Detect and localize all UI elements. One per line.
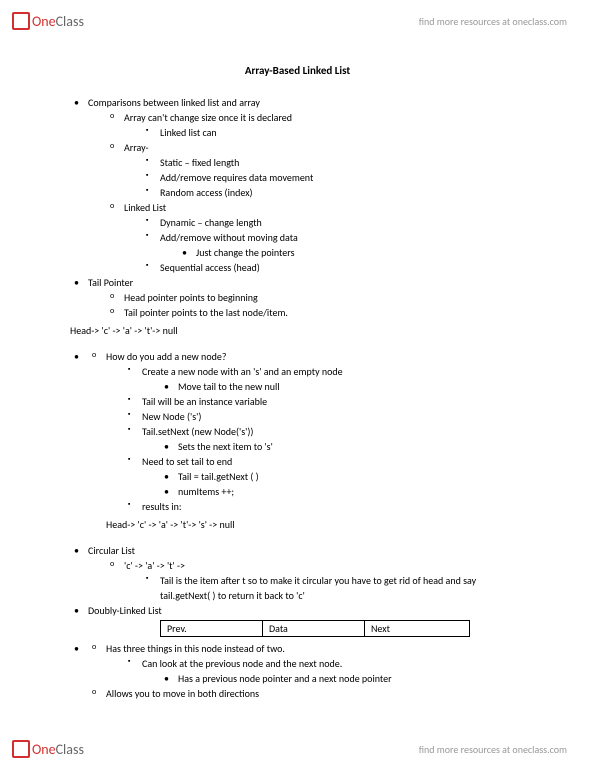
- list-item: results in:: [124, 499, 525, 514]
- diagram-text: Head-> 'c' -> 'a' -> 't'-> 's' -> null: [70, 518, 525, 531]
- logo-icon: [12, 740, 30, 758]
- table-cell: Prev.: [161, 621, 263, 637]
- text: Doubly-Linked List: [88, 604, 162, 617]
- text: Array-: [124, 141, 149, 154]
- list-item: Random access (index): [142, 185, 525, 200]
- list-item: Head pointer points to beginning: [106, 290, 525, 305]
- brand-logo: OneClass: [12, 740, 84, 758]
- text: Tail = tail.getNext ( ): [178, 470, 259, 483]
- text: Dynamic – change length: [160, 216, 262, 229]
- text: Linked List: [124, 201, 166, 214]
- text: How do you add a new node?: [106, 350, 226, 363]
- text: numItems ++;: [178, 485, 234, 498]
- text: Static – fixed length: [160, 156, 239, 169]
- text: results in:: [142, 500, 182, 513]
- text: Add/remove requires data movement: [160, 171, 313, 184]
- list-item: Doubly-Linked List: [70, 603, 525, 618]
- list-item: Tail pointer points to the last node/ite…: [106, 305, 525, 320]
- list-item: Linked list can: [142, 125, 525, 140]
- list-item: Create a new node with an 's' and an emp…: [124, 364, 525, 394]
- text: Random access (index): [160, 186, 253, 199]
- list-item: Tail = tail.getNext ( ): [160, 469, 525, 484]
- text: Comparisons between linked list and arra…: [88, 96, 260, 109]
- text: Has three things in this node instead of…: [106, 642, 285, 655]
- text: Allows you to move in both directions: [106, 687, 259, 700]
- list-item: Tail is the item after t so to make it c…: [142, 573, 525, 603]
- text: Move tail to the new null: [178, 380, 280, 393]
- list-item: Add/remove requires data movement: [142, 170, 525, 185]
- table-cell: Data: [262, 621, 364, 637]
- footer-tagline[interactable]: find more resources at oneclass.com: [419, 743, 567, 756]
- list-item: Can look at the previous node and the ne…: [124, 656, 525, 686]
- page-title: Array-Based Linked List: [70, 64, 525, 77]
- list-item: Move tail to the new null: [160, 379, 525, 394]
- list-item: Allows you to move in both directions: [88, 686, 525, 701]
- text: Tail Pointer: [88, 276, 133, 289]
- list-item: Dynamic – change length: [142, 215, 525, 230]
- document-body: Array-Based Linked List Comparisons betw…: [0, 36, 595, 711]
- text: Head pointer points to beginning: [124, 291, 258, 304]
- text: Has a previous node pointer and a next n…: [178, 672, 392, 685]
- list-item: How do you add a new node? Create a new …: [88, 349, 525, 514]
- text: Circular List: [88, 544, 135, 557]
- list-item: Add/remove without moving data Just chan…: [142, 230, 525, 260]
- list-item: New Node ('s'): [124, 409, 525, 424]
- text: Can look at the previous node and the ne…: [142, 657, 342, 670]
- text: Tail is the item after t so to make it c…: [160, 574, 476, 602]
- diagram-text: Head-> 'c' -> 'a' -> 't'-> null: [70, 324, 525, 337]
- list-item: numItems ++;: [160, 484, 525, 499]
- text: Sequential access (head): [160, 261, 260, 274]
- list-item: Array can't change size once it is decla…: [106, 110, 525, 140]
- text: Add/remove without moving data: [160, 231, 298, 244]
- text: Tail pointer points to the last node/ite…: [124, 306, 288, 319]
- list-item: Has a previous node pointer and a next n…: [160, 671, 525, 686]
- list-item: Circular List 'c' -> 'a' -> 't' -> Tail …: [70, 543, 525, 603]
- text: 'c' -> 'a' -> 't' ->: [124, 559, 185, 572]
- list-item: Comparisons between linked list and arra…: [70, 95, 525, 275]
- text: Linked list can: [160, 126, 217, 139]
- list-item: Static – fixed length: [142, 155, 525, 170]
- table-cell: Next: [364, 621, 469, 637]
- list-item: Need to set tail to end Tail = tail.getN…: [124, 454, 525, 499]
- text: Create a new node with an 's' and an emp…: [142, 365, 343, 378]
- list-item: Just change the pointers: [178, 245, 525, 260]
- text: Need to set tail to end: [142, 455, 232, 468]
- list-item: Tail will be an instance variable: [124, 394, 525, 409]
- list-item: 'c' -> 'a' -> 't' -> Tail is the item af…: [106, 558, 525, 603]
- text: Array can't change size once it is decla…: [124, 111, 292, 124]
- header-tagline[interactable]: find more resources at oneclass.com: [419, 15, 567, 28]
- list-item: Array- Static – fixed length Add/remove …: [106, 140, 525, 200]
- logo-text: OneClass: [32, 741, 84, 758]
- logo-icon: [12, 12, 30, 30]
- text: Tail will be an instance variable: [142, 395, 267, 408]
- list-item: Sequential access (head): [142, 260, 525, 275]
- list-item: Tail Pointer Head pointer points to begi…: [70, 275, 525, 320]
- list-item: Linked List Dynamic – change length Add/…: [106, 200, 525, 275]
- list-item: Tail.setNext (new Node('s')) Sets the ne…: [124, 424, 525, 454]
- list-item: Sets the next item to 's': [160, 439, 525, 454]
- logo-text: OneClass: [32, 13, 84, 30]
- brand-logo: OneClass: [12, 12, 84, 30]
- page-header: OneClass find more resources at oneclass…: [0, 0, 595, 36]
- list-item: Has three things in this node instead of…: [88, 641, 525, 686]
- text: Just change the pointers: [196, 246, 295, 259]
- text: New Node ('s'): [142, 410, 201, 423]
- page-footer: OneClass find more resources at oneclass…: [0, 734, 595, 764]
- text: Sets the next item to 's': [178, 440, 273, 453]
- node-table: Prev. Data Next: [160, 620, 470, 637]
- text: Tail.setNext (new Node('s')): [142, 425, 253, 438]
